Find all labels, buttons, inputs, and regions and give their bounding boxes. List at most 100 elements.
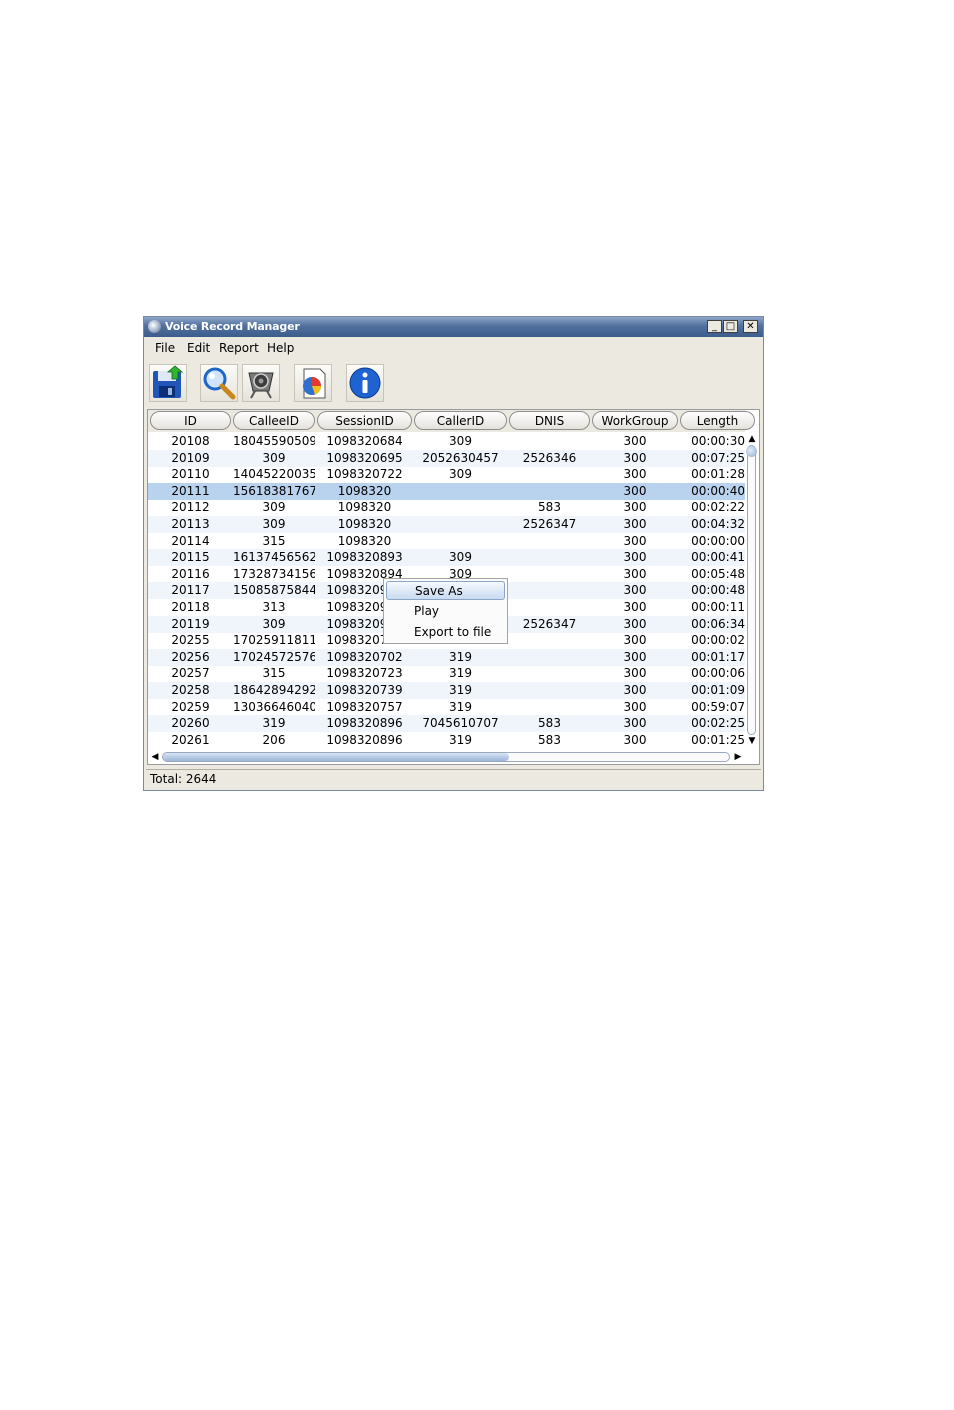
table-row[interactable]: 20113 309 1098320 2526347 300 00:04:32 [148,516,745,533]
column-header-dnis[interactable]: DNIS [509,411,590,430]
cell-calleeid: 313 [262,600,286,614]
table-row[interactable]: 20259 13036646040 1098320757 319 300 00:59:07 [148,699,745,716]
cell-length: 00:06:34 [691,616,745,631]
cell-workgroup: 300 [623,683,647,697]
cell-callerid: 319 [449,649,472,664]
cell-sessionid: 1098320739 [326,683,403,697]
cell-sessionid: 1098320757 [326,699,403,714]
column-header-calleeid[interactable]: CalleeID [233,411,315,430]
scroll-right-arrow-icon[interactable]: ▶ [732,751,744,763]
cell-callerid: 309 [449,467,472,482]
horizontal-scrollbar[interactable]: ◀ ▶ [148,750,745,764]
cell-workgroup: 300 [623,666,647,681]
cell-id: 20261 [171,732,210,747]
maximize-button[interactable]: □ [723,320,738,333]
cell-id: 20256 [171,649,210,664]
cell-calleeid: 315 [262,533,286,548]
cell-sessionid: 1098320684 [326,434,403,448]
column-header-length[interactable]: Length [680,411,755,430]
context-menu-export-to-file[interactable]: Export to file [386,623,505,642]
search-magnifier-icon [203,367,236,400]
table-row[interactable]: 20260 319 1098320896 7045610707 583 300 00:02:… [148,715,745,733]
horizontal-scroll-thumb[interactable] [163,753,509,761]
table-row[interactable]: 20256 17024572576 1098320702 319 300 00:01:17 [148,648,745,666]
cell-workgroup: 300 [623,500,647,515]
cell-calleeid: 13036646040 [233,699,315,714]
table-row[interactable]: 20111 15618381767 1098320 300 00:00:40 [148,482,745,500]
table-row[interactable]: 20115 16137456562 1098320893 309 300 00:00:41 [148,549,745,567]
cell-callerid: 319 [449,683,472,697]
cell-length: 00:00:11 [691,600,745,614]
cell-id: 20118 [171,600,210,614]
horizontal-scroll-track[interactable] [162,752,730,762]
cell-dnis: 2526347 [522,517,577,531]
column-header-id[interactable]: ID [150,411,231,430]
title-bar[interactable]: Voice Record Manager _ □ ✕ [144,317,763,337]
vertical-scroll-track[interactable] [746,445,757,735]
table-row[interactable]: 20257 315 1098320723 319 300 00:00:06 [148,665,745,682]
menu-file[interactable]: File [155,341,175,355]
cell-length: 00:59:07 [691,699,745,714]
save-disk-icon [153,365,184,398]
context-menu-save-as[interactable]: Save As [386,581,505,600]
cell-calleeid: 309 [262,450,286,465]
scroll-left-arrow-icon[interactable]: ◀ [149,751,161,763]
cell-length: 00:01:17 [691,649,745,664]
cell-length: 00:00:40 [691,483,745,498]
search-button[interactable] [200,364,238,402]
cell-calleeid: 16137456562 [233,550,315,565]
close-button[interactable]: ✕ [743,320,758,333]
table-row[interactable]: 20112 309 1098320 583 300 00:02:22 [148,499,745,516]
cell-sessionid: 1098320 [337,533,392,548]
window-title: Voice Record Manager [165,320,300,333]
cell-workgroup: 300 [623,533,647,548]
cell-id: 20255 [171,633,210,648]
report-button[interactable] [294,364,332,402]
cell-sessionid: 1098320702 [326,649,403,664]
save-button[interactable] [149,364,187,402]
menu-edit[interactable]: Edit [187,341,210,355]
vertical-scroll-thumb[interactable] [746,446,757,457]
cell-length: 00:07:25 [691,450,745,465]
app-icon [148,320,161,333]
info-icon [349,367,381,399]
table-row[interactable]: 20109 309 1098320695 2052630457 2526346 300 00… [148,449,745,467]
toolbar [144,360,763,406]
cell-calleeid: 309 [262,517,286,531]
cell-callerid: 319 [449,732,472,747]
about-button[interactable] [346,364,384,402]
column-header-sessionid[interactable]: SessionID [317,411,412,430]
menu-report[interactable]: Report [219,341,259,355]
table-row[interactable]: 20110 14045220035 1098320722 309 300 00:01:28 [148,466,745,483]
cell-workgroup: 300 [623,434,647,448]
menu-bar: File Edit Report Help [144,338,763,358]
table-row[interactable]: 20108 18045590509 1098320684 309 300 00:00:30 [148,433,745,450]
cell-length: 00:00:48 [691,583,745,598]
menu-help[interactable]: Help [267,341,294,355]
vertical-scrollbar[interactable]: ▲ ▼ [745,433,759,748]
cell-dnis: 2526347 [522,616,577,631]
cell-id: 20258 [171,683,210,697]
cell-workgroup: 300 [623,699,647,714]
cell-length: 00:00:30 [691,434,745,448]
cell-workgroup: 300 [623,633,647,648]
table-row[interactable]: 20258 18642894292 1098320739 319 300 00:01:09 [148,682,745,699]
scroll-up-arrow-icon[interactable]: ▲ [747,434,757,444]
minimize-button[interactable]: _ [707,320,722,333]
scroll-down-arrow-icon[interactable]: ▼ [747,736,757,746]
play-audio-button[interactable] [242,364,280,402]
cell-callerid: 2052630457 [422,450,499,465]
cell-length: 00:00:02 [691,633,745,648]
cell-callerid: 309 [449,434,472,448]
column-header-callerid[interactable]: CallerID [414,411,507,430]
cell-id: 20116 [171,566,210,581]
table-row[interactable]: 20114 315 1098320 300 00:00:00 [148,533,745,550]
context-menu-play[interactable]: Play [386,602,505,621]
cell-id: 20114 [171,533,210,548]
cell-calleeid: 17025911811 [233,633,315,648]
cell-sessionid: 1098320 [337,500,392,515]
table-row[interactable]: 20261 206 1098320896 319 583 300 00:01:25 [148,732,745,749]
cell-workgroup: 300 [623,517,647,531]
column-header-workgroup[interactable]: WorkGroup [592,411,678,430]
cell-calleeid: 319 [262,716,286,731]
